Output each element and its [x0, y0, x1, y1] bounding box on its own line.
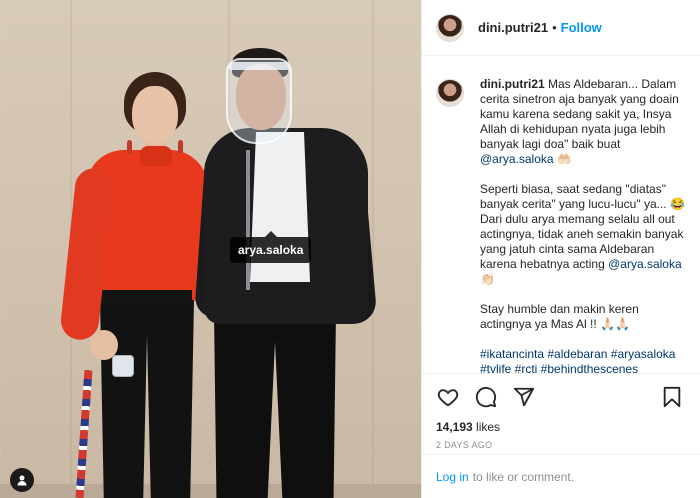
login-rest-text: to like or comment. — [472, 469, 575, 484]
photo-user-tag[interactable]: arya.saloka — [230, 231, 312, 263]
heart-icon — [437, 389, 459, 407]
caption-paragraph: dini.putri21 Mas Aldebaran... Dalam ceri… — [480, 77, 686, 167]
face-shield-band — [228, 62, 290, 70]
header-username[interactable]: dini.putri21 — [478, 20, 548, 35]
caption-text-part: Stay humble dan makin keren actingnya ya… — [480, 302, 639, 331]
login-prompt: Log in to like or comment. — [422, 454, 700, 498]
follow-button[interactable]: Follow — [561, 20, 602, 35]
share-icon — [513, 387, 535, 407]
bookmark-icon — [663, 386, 681, 408]
person-icon — [17, 475, 27, 486]
woman-belt — [100, 290, 192, 304]
comment-icon — [475, 387, 497, 408]
caption-username[interactable]: dini.putri21 — [480, 77, 545, 91]
mention-link[interactable]: @arya.saloka — [608, 257, 682, 271]
caption-paragraph: Stay humble dan makin keren actingnya ya… — [480, 302, 686, 332]
login-link[interactable]: Log in — [436, 470, 469, 484]
phone — [112, 355, 134, 377]
likes-number: 14,193 — [436, 420, 473, 434]
jacket-zipper — [246, 150, 250, 290]
post-timestamp[interactable]: 2 DAYS AGO — [436, 440, 686, 450]
floor — [0, 484, 421, 498]
caption-paragraph: #ikatancinta #aldebaran #aryasaloka #tvl… — [480, 347, 686, 373]
post-photo[interactable]: arya.saloka — [0, 0, 421, 498]
man-pants — [214, 312, 336, 498]
share-button[interactable] — [512, 385, 536, 409]
caption-emoji: 🤲🏻 — [553, 152, 572, 166]
comments-section[interactable]: dini.putri21 Mas Aldebaran... Dalam ceri… — [422, 57, 700, 373]
caption-text: dini.putri21 Mas Aldebaran... Dalam ceri… — [480, 77, 686, 373]
face-shield — [226, 58, 292, 144]
earring — [127, 140, 132, 154]
user-tag-icon[interactable] — [10, 468, 34, 492]
wall-panel-seam — [372, 0, 374, 498]
post-header: dini.putri21 • Follow — [422, 0, 700, 56]
woman-pants — [100, 300, 194, 498]
woman-face — [132, 86, 178, 144]
header-separator: • — [552, 20, 557, 35]
likes-label: likes — [472, 420, 501, 434]
lanyard — [75, 369, 93, 498]
post-actions: 14,193 likes 2 DAYS AGO — [422, 373, 700, 453]
mention-link[interactable]: @arya.saloka — [480, 152, 554, 166]
action-icons-row — [436, 374, 686, 420]
caption-avatar[interactable] — [436, 79, 464, 107]
caption-row: dini.putri21 Mas Aldebaran... Dalam ceri… — [436, 77, 688, 373]
comment-button[interactable] — [474, 385, 498, 409]
post-side-panel: dini.putri21 • Follow dini.putri21 Mas A… — [421, 0, 700, 498]
like-button[interactable] — [436, 385, 460, 409]
avatar[interactable] — [436, 13, 464, 42]
woman-collar — [140, 146, 172, 166]
hashtag-links[interactable]: #ikatancinta #aldebaran #aryasaloka #tvl… — [480, 347, 675, 373]
caption-paragraph: Seperti biasa, saat sedang "diatas" bany… — [480, 182, 686, 287]
likes-count[interactable]: 14,193 likes — [436, 420, 686, 434]
save-button[interactable] — [660, 385, 684, 409]
caption-emoji: 👏🏻 — [480, 272, 495, 286]
earring — [178, 140, 183, 154]
